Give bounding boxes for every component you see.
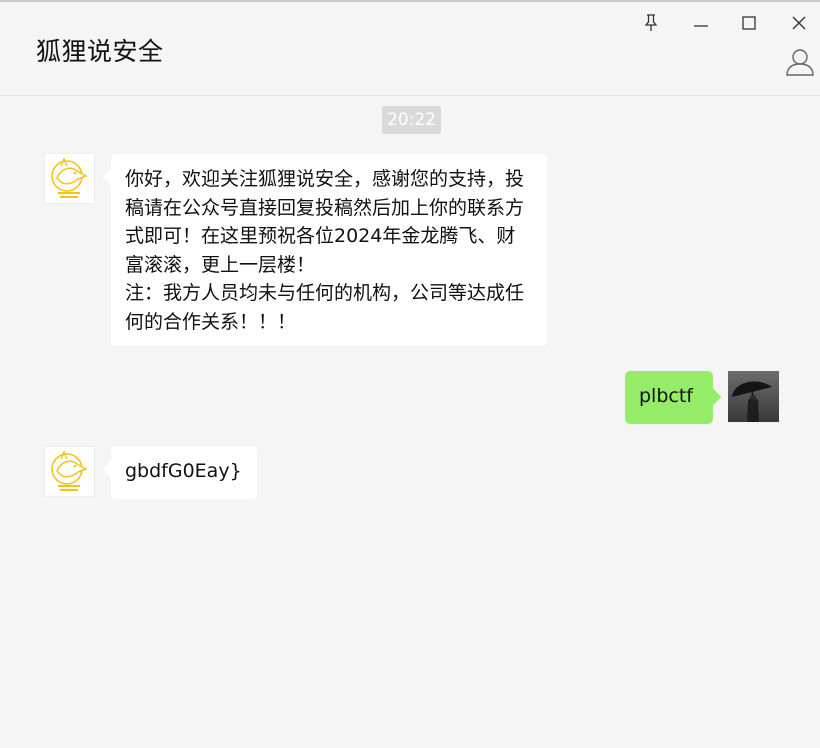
close-button[interactable] — [784, 10, 814, 36]
message-timestamp: 20:22 — [382, 106, 441, 134]
sender-avatar[interactable] — [44, 446, 95, 497]
maximize-button[interactable] — [734, 10, 764, 36]
message-text: plbctf — [639, 385, 693, 407]
message-text: gbdfG0Eay} — [125, 460, 242, 482]
pin-icon — [644, 14, 658, 31]
message-text: 你好，欢迎关注狐狸说安全，感谢您的支持，投稿请在公众号直接回复投稿然后加上你的联… — [125, 168, 525, 333]
minimize-button[interactable] — [686, 10, 716, 36]
chat-info-button[interactable] — [784, 46, 816, 78]
message-bubble-outgoing[interactable]: plbctf — [625, 371, 713, 424]
chat-window: 狐狸说安全 20:22 你好，欢迎关注狐狸说安全，感谢您的支持，投稿请在公众号直… — [0, 0, 820, 748]
message-bubble-incoming[interactable]: gbdfG0Eay} — [111, 446, 257, 499]
chat-title: 狐狸说安全 — [36, 37, 164, 66]
maximize-icon — [742, 16, 756, 30]
close-icon — [792, 16, 806, 30]
fox-logo-icon — [51, 157, 88, 198]
my-avatar[interactable] — [728, 371, 779, 422]
title-bar: 狐狸说安全 — [0, 2, 820, 96]
message-bubble-incoming[interactable]: 你好，欢迎关注狐狸说安全，感谢您的支持，投稿请在公众号直接回复投稿然后加上你的联… — [111, 154, 547, 346]
sender-avatar[interactable] — [44, 153, 95, 204]
umbrella-photo-icon — [728, 371, 779, 422]
person-icon — [786, 49, 814, 76]
minimize-icon — [694, 25, 708, 27]
pin-button[interactable] — [636, 10, 666, 36]
fox-logo-icon — [51, 450, 88, 491]
